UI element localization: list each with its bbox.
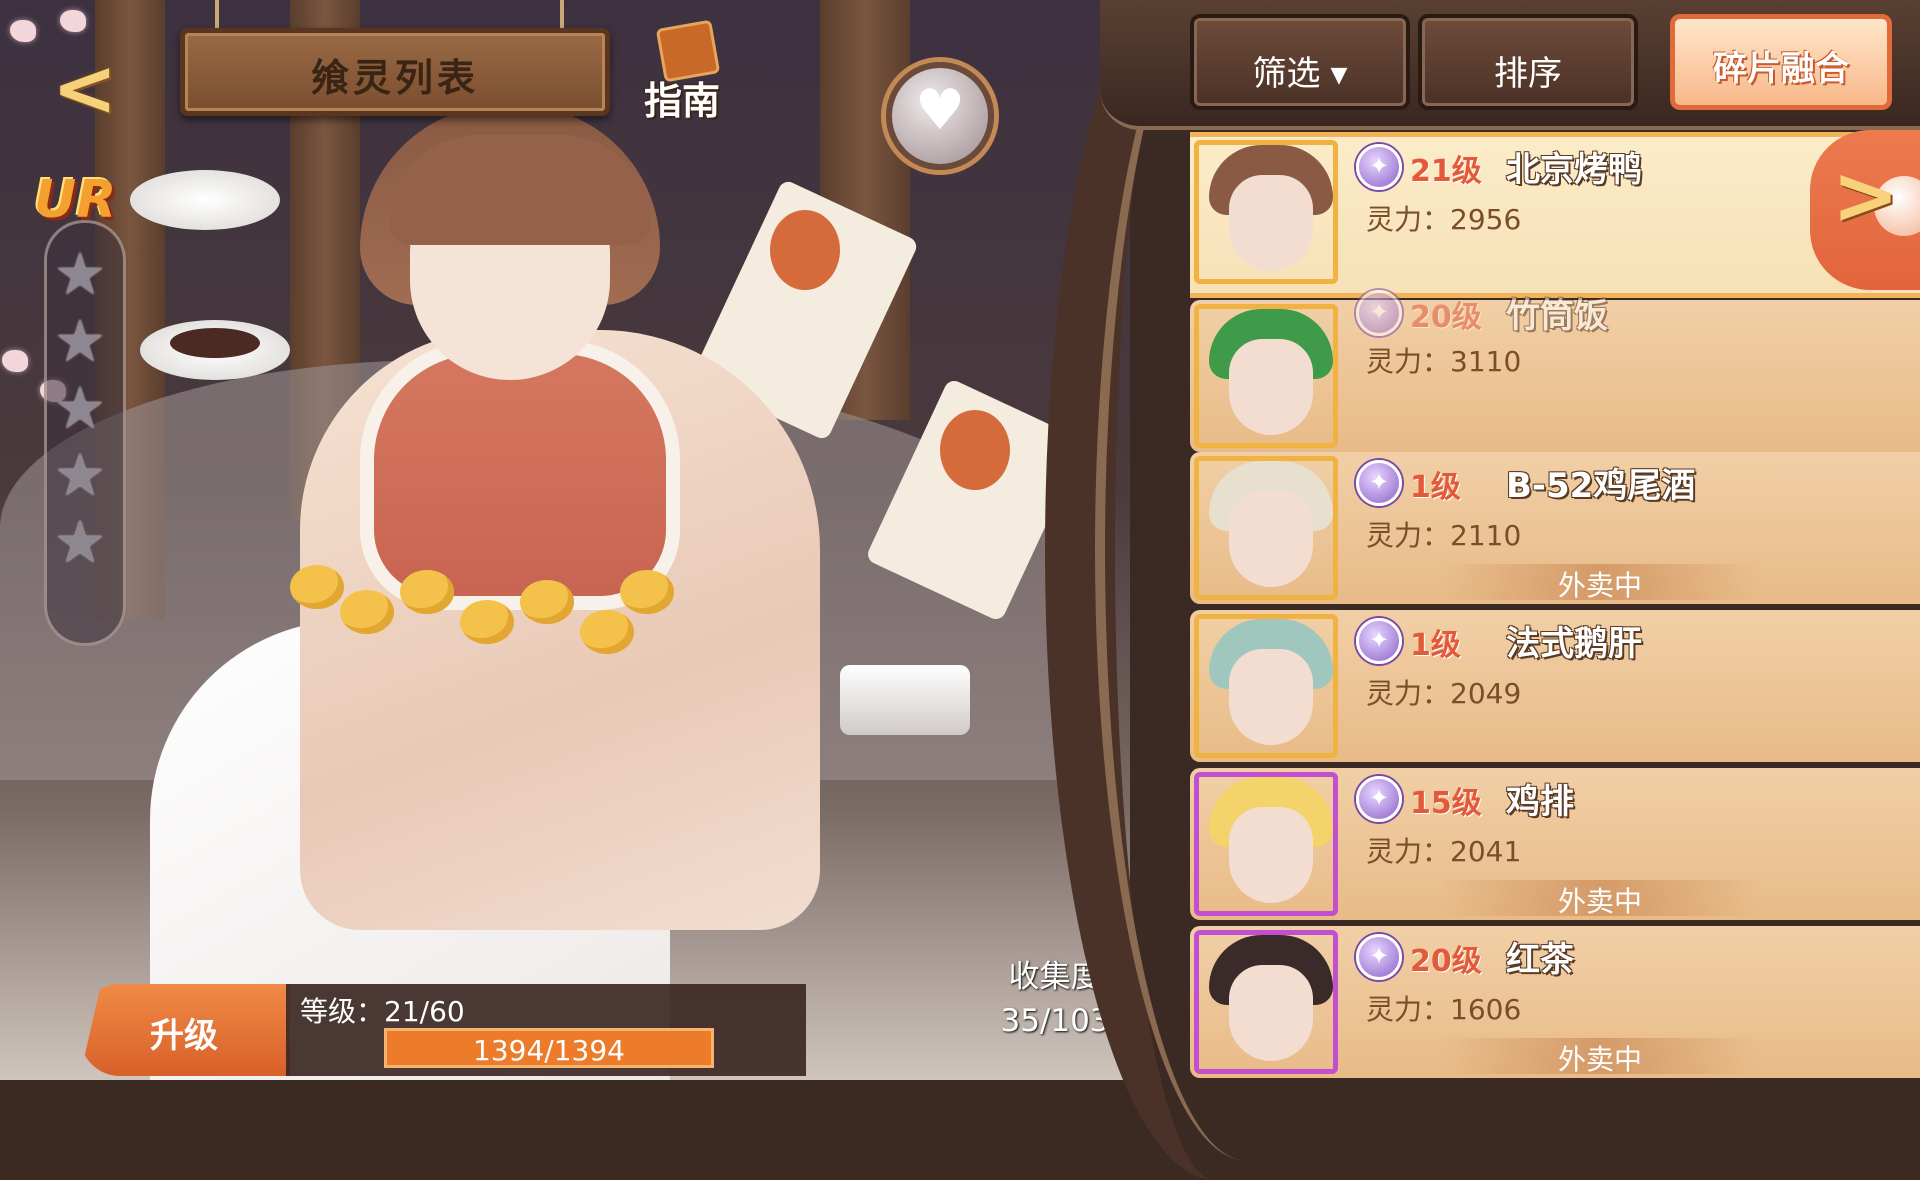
character-bangs: [390, 135, 650, 245]
character-level: 21级: [1410, 154, 1482, 189]
level-panel: 升级 等级：21/60 1394/1394: [80, 980, 806, 1080]
rank-star-icon: ✦: [1356, 934, 1402, 980]
character-portrait: [1194, 614, 1338, 758]
title-signboard: 飨灵列表: [180, 28, 610, 116]
upgrade-label: 升级: [150, 1016, 218, 1056]
blossom-petal: [60, 10, 86, 32]
character-power: 灵力：1606: [1366, 993, 1522, 1026]
rank-star-icon: ✦: [1356, 618, 1402, 664]
character-portrait: [1194, 140, 1338, 284]
delivery-status: 外卖中: [1440, 564, 1760, 602]
portrait-face: [1229, 175, 1313, 271]
delivery-status: 外卖中: [1440, 1038, 1760, 1076]
rarity-column: UR ★ ★ ★ ★ ★: [34, 170, 130, 646]
fragment-fusion-button[interactable]: 碎片融合: [1670, 14, 1892, 110]
portrait-face: [1229, 807, 1313, 903]
character-name: 北京烤鸭: [1506, 150, 1642, 190]
portrait-face: [1229, 339, 1313, 435]
character-name: 竹筒饭: [1506, 296, 1608, 336]
character-power: 灵力：2110: [1366, 519, 1522, 552]
fragment-fusion-label: 碎片融合: [1713, 49, 1849, 89]
rubber-duck: [580, 610, 634, 654]
chevron-right-icon: >: [1832, 149, 1900, 242]
portrait-face: [1229, 965, 1313, 1061]
back-button[interactable]: <: [40, 42, 160, 128]
delivery-status: 外卖中: [1440, 880, 1760, 918]
rubber-duck: [290, 565, 344, 609]
character-level: 20级: [1410, 300, 1482, 335]
star-icon: ★: [54, 374, 106, 442]
level-info: 等级：21/60 1394/1394: [286, 984, 806, 1076]
character-row-b52[interactable]: ✦ 1级 B-52鸡尾酒 灵力：2110 外卖中: [1190, 452, 1920, 604]
portrait-face: [1229, 649, 1313, 745]
blossom-petal: [2, 350, 28, 372]
character-power: 灵力：3110: [1366, 345, 1522, 378]
character-vest: [360, 340, 680, 610]
character-power: 灵力：2041: [1366, 835, 1522, 868]
character-row-bamboo-rice[interactable]: ✦ 20级 竹筒饭 灵力：3110: [1190, 290, 1920, 452]
blossom-petal: [10, 20, 36, 42]
character-name: 鸡排: [1506, 782, 1574, 822]
star-icon: ★: [54, 307, 106, 375]
rice-plate: [130, 170, 280, 230]
rank-star-icon: ✦: [1356, 460, 1402, 506]
exp-bar: 1394/1394: [384, 1028, 714, 1068]
character-name: B-52鸡尾酒: [1506, 466, 1696, 506]
sort-button[interactable]: 排序: [1418, 14, 1638, 110]
rubber-duck: [520, 580, 574, 624]
back-arrow-icon: <: [52, 44, 118, 134]
rubber-duck: [340, 590, 394, 634]
character-portrait: [1194, 930, 1338, 1074]
character-row-foie-gras[interactable]: ✦ 1级 法式鹅肝 灵力：2049: [1190, 610, 1920, 762]
rubber-duck: [620, 570, 674, 614]
favorite-button[interactable]: ♥: [886, 62, 994, 170]
character-level: 1级: [1410, 470, 1461, 505]
character-level: 15级: [1410, 786, 1482, 821]
sort-label: 排序: [1494, 54, 1562, 94]
rubber-duck: [460, 600, 514, 644]
duck-wrap-filling: [940, 410, 1010, 490]
guide-button[interactable]: 指南: [640, 19, 730, 123]
dropdown-caret-icon: ▼: [1330, 63, 1348, 88]
character-power: 灵力：2049: [1366, 677, 1522, 710]
character-portrait: [1194, 456, 1338, 600]
duck-wrap-filling: [770, 210, 840, 290]
heart-icon: ♥: [914, 78, 966, 143]
rarity-badge: UR: [34, 170, 117, 230]
character-portrait: [1194, 772, 1338, 916]
rubber-duck: [400, 570, 454, 614]
upgrade-button[interactable]: 升级: [80, 984, 290, 1076]
character-level: 20级: [1410, 944, 1482, 979]
character-name: 红茶: [1506, 940, 1574, 980]
character-level: 1级: [1410, 628, 1461, 663]
rank-star-icon: ✦: [1356, 290, 1402, 336]
guide-label: 指南: [644, 79, 721, 123]
filter-label: 筛选: [1252, 54, 1321, 94]
open-detail-button[interactable]: >: [1810, 130, 1920, 290]
plate-stack: [840, 665, 970, 735]
sign-rope: [215, 0, 219, 30]
rank-star-icon: ✦: [1356, 144, 1402, 190]
character-power: 灵力：2956: [1366, 203, 1522, 236]
character-row-black-tea[interactable]: ✦ 20级 红茶 灵力：1606 外卖中: [1190, 926, 1920, 1078]
level-text: 等级：21/60: [300, 995, 465, 1028]
portrait-face: [1229, 491, 1313, 587]
list-toolbar: 筛选 ▼ 排序 碎片融合: [1100, 0, 1920, 130]
character-row-chicken-cutlet[interactable]: ✦ 15级 鸡排 灵力：2041 外卖中: [1190, 768, 1920, 920]
rank-star-icon: ✦: [1356, 776, 1402, 822]
page-title: 飨灵列表: [310, 56, 479, 100]
character-portrait: [1194, 304, 1338, 448]
star-icon: ★: [54, 441, 106, 509]
sign-rope: [560, 0, 564, 30]
star-icon: ★: [54, 508, 106, 576]
character-name: 法式鹅肝: [1506, 624, 1642, 664]
filter-button[interactable]: 筛选 ▼: [1190, 14, 1410, 110]
exp-text: 1394/1394: [473, 1034, 625, 1067]
character-list: ✦ 21级 北京烤鸭 灵力：2956 ✦ 20级 竹筒饭 灵力：3110 ✦ 1…: [1190, 130, 1920, 1080]
star-icon: ★: [54, 240, 106, 308]
sauce: [170, 328, 260, 358]
